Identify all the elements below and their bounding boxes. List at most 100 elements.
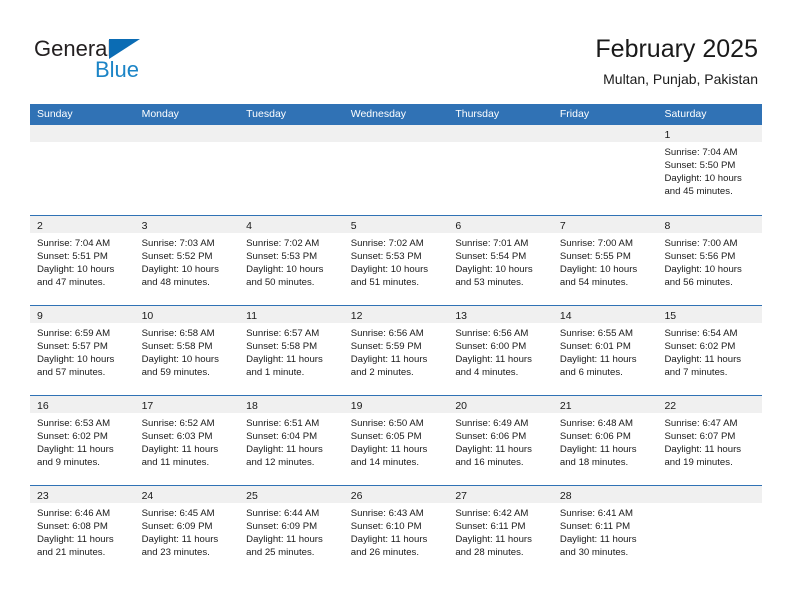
- calendar-page: General Blue February 2025 Multan, Punja…: [0, 0, 792, 612]
- day-details: Sunrise: 7:02 AM Sunset: 5:53 PM Daylight:…: [239, 233, 344, 289]
- calendar-day-cell[interactable]: 20 Sunrise: 6:49 AM Sunset: 6:06 PM Dayligh…: [448, 396, 553, 485]
- sunset-text: Sunset: 6:10 PM: [350, 521, 422, 533]
- sunset-text: Sunset: 5:58 PM: [141, 341, 213, 353]
- sunrise-text: Sunrise: 6:55 AM: [559, 328, 633, 339]
- calendar-day-cell[interactable]: 16 Sunrise: 6:53 AM Sunset: 6:02 PM Dayligh…: [30, 396, 135, 485]
- calendar-day-cell-empty: [657, 486, 763, 575]
- day-number: 13: [455, 310, 467, 322]
- day-number-strip: 13: [448, 306, 553, 323]
- day-number: 25: [246, 490, 258, 502]
- day-number-strip: 10: [134, 306, 240, 323]
- day-details: Sunrise: 7:04 AM Sunset: 5:51 PM Daylight:…: [30, 233, 135, 289]
- sunset-text: Sunset: 6:06 PM: [455, 431, 527, 443]
- calendar-day-cell[interactable]: 13 Sunrise: 6:56 AM Sunset: 6:00 PM Dayligh…: [448, 306, 553, 395]
- calendar-day-cell[interactable]: 10 Sunrise: 6:58 AM Sunset: 5:58 PM Dayligh…: [134, 306, 240, 395]
- day-details: Sunrise: 7:00 AM Sunset: 5:55 PM Daylight:…: [553, 233, 658, 289]
- day-number: 9: [37, 310, 43, 322]
- day-number-strip: 26: [343, 486, 449, 503]
- calendar-day-cell[interactable]: 17 Sunrise: 6:52 AM Sunset: 6:03 PM Dayligh…: [134, 396, 240, 485]
- calendar-day-cell[interactable]: 24 Sunrise: 6:45 AM Sunset: 6:09 PM Dayligh…: [134, 486, 240, 575]
- calendar-day-cell[interactable]: 21 Sunrise: 6:48 AM Sunset: 6:06 PM Dayligh…: [552, 396, 658, 485]
- daylight-text: Daylight: 11 hours and 30 minutes.: [559, 534, 637, 559]
- calendar-day-cell[interactable]: 26 Sunrise: 6:43 AM Sunset: 6:10 PM Dayligh…: [343, 486, 449, 575]
- calendar-day-cell[interactable]: 8 Sunrise: 7:00 AM Sunset: 5:56 PM Daylight…: [657, 216, 763, 305]
- day-number: 11: [246, 310, 258, 322]
- sunset-text: Sunset: 5:59 PM: [350, 341, 422, 353]
- day-details: Sunrise: 6:57 AM Sunset: 5:58 PM Daylight:…: [239, 323, 344, 379]
- day-number: 22: [664, 400, 677, 412]
- day-details: Sunrise: 6:44 AM Sunset: 6:09 PM Daylight:…: [239, 503, 344, 559]
- day-number: 7: [559, 220, 566, 232]
- day-number: 6: [455, 220, 462, 232]
- day-number: 28: [559, 490, 572, 502]
- calendar-day-cell[interactable]: 22 Sunrise: 6:47 AM Sunset: 6:07 PM Dayligh…: [657, 396, 763, 485]
- calendar-day-cell-empty: [552, 125, 658, 215]
- sunrise-text: Sunrise: 6:49 AM: [455, 418, 529, 429]
- calendar-day-cell[interactable]: 5 Sunrise: 7:02 AM Sunset: 5:53 PM Daylight…: [343, 216, 449, 305]
- calendar-day-cell[interactable]: 3 Sunrise: 7:03 AM Sunset: 5:52 PM Daylight…: [134, 216, 240, 305]
- day-details: Sunrise: 6:41 AM Sunset: 6:11 PM Daylight:…: [553, 503, 658, 559]
- day-details: Sunrise: 6:42 AM Sunset: 6:11 PM Daylight:…: [448, 503, 553, 559]
- calendar-day-cell[interactable]: 11 Sunrise: 6:57 AM Sunset: 5:58 PM Dayligh…: [239, 306, 344, 395]
- daylight-text: Daylight: 10 hours and 51 minutes.: [350, 264, 429, 289]
- calendar-day-cell[interactable]: 4 Sunrise: 7:02 AM Sunset: 5:53 PM Daylight…: [239, 216, 344, 305]
- sunrise-text: Sunrise: 7:03 AM: [141, 238, 215, 249]
- calendar-day-cell-empty: [343, 125, 449, 215]
- day-number-strip: [30, 125, 135, 142]
- calendar-day-cell[interactable]: 7 Sunrise: 7:00 AM Sunset: 5:55 PM Daylight…: [552, 216, 658, 305]
- general-blue-logo[interactable]: General Blue: [34, 36, 224, 88]
- calendar-day-cell[interactable]: 14 Sunrise: 6:55 AM Sunset: 6:01 PM Dayligh…: [552, 306, 658, 395]
- sunset-text: Sunset: 5:52 PM: [141, 251, 213, 263]
- weekday-header-thursday: Thursday: [455, 108, 500, 120]
- day-details: Sunrise: 6:51 AM Sunset: 6:04 PM Daylight:…: [239, 413, 344, 469]
- calendar-day-cell[interactable]: 9 Sunrise: 6:59 AM Sunset: 5:57 PM Daylight…: [30, 306, 135, 395]
- calendar-day-cell[interactable]: 2 Sunrise: 7:04 AM Sunset: 5:51 PM Daylight…: [30, 216, 135, 305]
- calendar-day-cell[interactable]: 12 Sunrise: 6:56 AM Sunset: 5:59 PM Dayligh…: [343, 306, 449, 395]
- calendar-day-cell[interactable]: 25 Sunrise: 6:44 AM Sunset: 6:09 PM Dayligh…: [239, 486, 344, 575]
- day-number-strip: 24: [134, 486, 240, 503]
- day-number: 1: [664, 129, 671, 141]
- calendar-day-cell[interactable]: 23 Sunrise: 6:46 AM Sunset: 6:08 PM Dayligh…: [30, 486, 135, 575]
- day-number: 10: [141, 310, 154, 322]
- masthead: General Blue February 2025 Multan, Punja…: [0, 0, 792, 100]
- calendar-day-cell[interactable]: 28 Sunrise: 6:41 AM Sunset: 6:11 PM Dayligh…: [552, 486, 658, 575]
- weekday-header-saturday: Saturday: [664, 108, 707, 120]
- daylight-text: Daylight: 10 hours and 53 minutes.: [455, 264, 533, 289]
- calendar-day-cell[interactable]: 1 Sunrise: 7:04 AM Sunset: 5:50 PM Daylight…: [657, 125, 763, 215]
- day-details: Sunrise: 7:00 AM Sunset: 5:56 PM Daylight:…: [657, 233, 762, 289]
- day-details: Sunrise: 6:45 AM Sunset: 6:09 PM Daylight:…: [135, 503, 240, 559]
- day-details: Sunrise: 7:01 AM Sunset: 5:54 PM Daylight:…: [448, 233, 553, 289]
- day-details: Sunrise: 7:03 AM Sunset: 5:52 PM Daylight:…: [135, 233, 240, 289]
- day-details: Sunrise: 6:47 AM Sunset: 6:07 PM Daylight:…: [657, 413, 762, 469]
- sunrise-text: Sunrise: 6:51 AM: [246, 418, 320, 429]
- sunset-text: Sunset: 6:06 PM: [559, 431, 631, 443]
- sunset-text: Sunset: 6:03 PM: [141, 431, 213, 443]
- day-number-strip: 23: [30, 486, 135, 503]
- calendar-day-cell[interactable]: 19 Sunrise: 6:50 AM Sunset: 6:05 PM Dayligh…: [343, 396, 449, 485]
- day-number-strip: [448, 125, 553, 142]
- day-number: 12: [350, 310, 363, 322]
- sunset-text: Sunset: 6:07 PM: [664, 431, 736, 443]
- calendar-day-cell-empty: [448, 125, 553, 215]
- daylight-text: Daylight: 11 hours and 12 minutes.: [246, 444, 323, 469]
- sunset-text: Sunset: 5:53 PM: [246, 251, 318, 263]
- calendar-day-cell[interactable]: 18 Sunrise: 6:51 AM Sunset: 6:04 PM Dayligh…: [239, 396, 344, 485]
- sunrise-text: Sunrise: 6:58 AM: [141, 328, 215, 339]
- calendar-day-cell[interactable]: 6 Sunrise: 7:01 AM Sunset: 5:54 PM Daylight…: [448, 216, 553, 305]
- weekday-header-wednesday: Wednesday: [350, 108, 406, 120]
- day-number: 4: [246, 220, 252, 232]
- day-number: 5: [350, 220, 357, 232]
- daylight-text: Daylight: 11 hours and 7 minutes.: [664, 354, 742, 379]
- day-number: 24: [141, 490, 154, 502]
- sunrise-text: Sunrise: 6:42 AM: [455, 508, 529, 519]
- sunset-text: Sunset: 5:57 PM: [37, 341, 108, 353]
- sunset-text: Sunset: 6:11 PM: [455, 521, 526, 533]
- day-number-strip: [239, 125, 344, 142]
- sunset-text: Sunset: 5:54 PM: [455, 251, 527, 263]
- sunset-text: Sunset: 6:09 PM: [246, 521, 318, 533]
- day-details: Sunrise: 6:52 AM Sunset: 6:03 PM Daylight:…: [135, 413, 240, 469]
- sunrise-text: Sunrise: 6:52 AM: [141, 418, 215, 429]
- calendar-day-cell[interactable]: 27 Sunrise: 6:42 AM Sunset: 6:11 PM Dayligh…: [448, 486, 553, 575]
- calendar-day-cell[interactable]: 15 Sunrise: 6:54 AM Sunset: 6:02 PM Dayligh…: [657, 306, 763, 395]
- daylight-text: Daylight: 11 hours and 11 minutes.: [141, 444, 219, 469]
